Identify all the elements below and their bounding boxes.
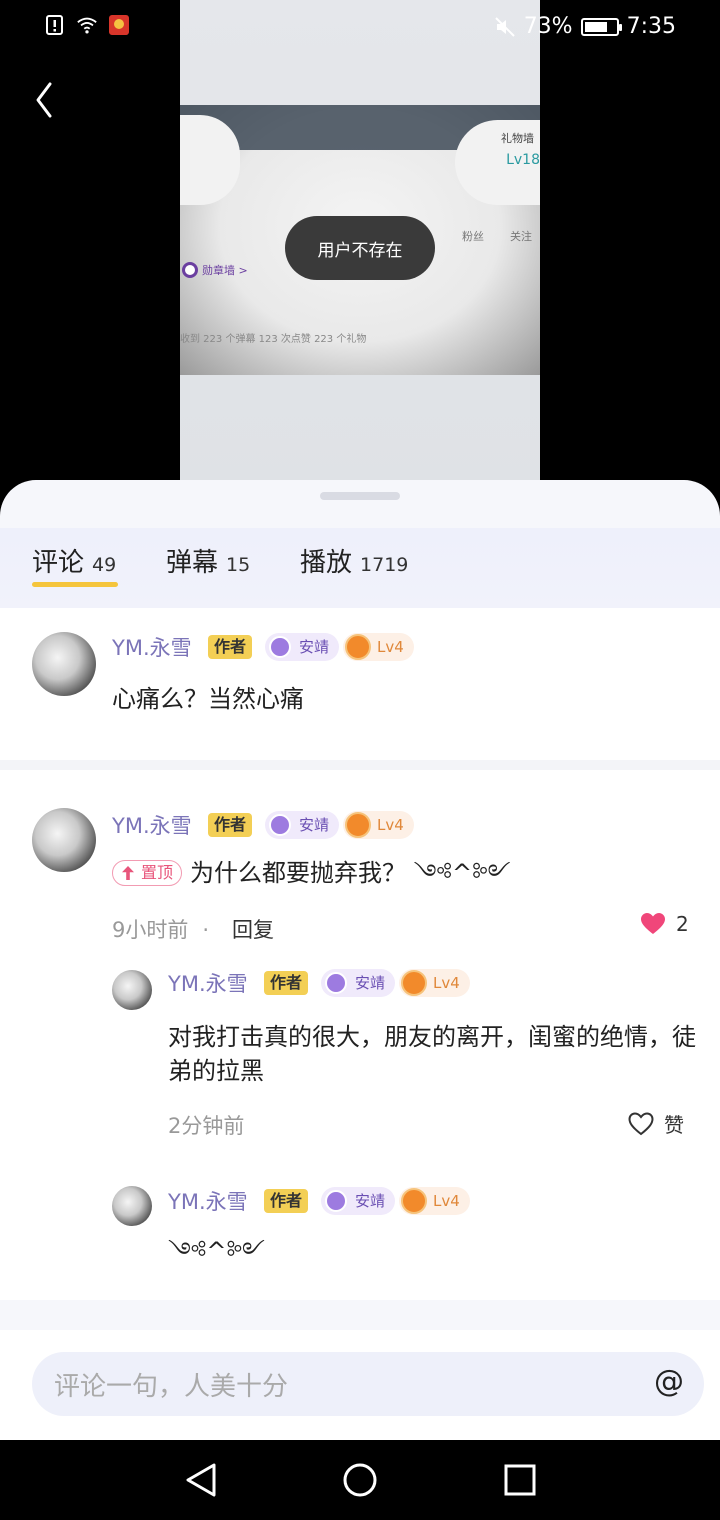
level-icon <box>345 634 371 660</box>
clock: 7:35 <box>626 14 676 39</box>
sim-alert-icon <box>46 15 63 35</box>
gem-icon <box>269 814 291 836</box>
username[interactable]: YM.永雪 <box>112 810 192 840</box>
gem-icon <box>325 1190 347 1212</box>
system-nav-bar <box>0 1440 720 1520</box>
reply-avatar[interactable] <box>112 970 152 1010</box>
level-icon <box>345 812 371 838</box>
reply-username[interactable]: YM.永雪 <box>168 1186 248 1216</box>
comment-text: 心痛么？当然心痛 <box>112 685 304 713</box>
comment-item-pinned[interactable]: YM.永雪 作者 安靖 Lv4 置顶 为什么都要抛弃我？ ༺^༻ 9小时前 · 回复… <box>0 770 720 1300</box>
status-bar: 73% 7:35 <box>0 0 720 56</box>
reply-button[interactable]: 回复 <box>232 914 274 944</box>
tab-comments[interactable]: 评论 49 <box>32 542 118 587</box>
mute-icon <box>494 16 515 37</box>
author-tag: 作者 <box>208 813 253 837</box>
video-player[interactable]: 礼物墙 Lv18 粉丝 关注 勋章墙 > 收到 223 个弹幕 123 次点赞 … <box>180 0 540 490</box>
heart-outline-icon <box>628 1111 654 1135</box>
drag-handle[interactable] <box>320 492 400 500</box>
gift-wall-label: 礼物墙 <box>501 132 534 145</box>
medal-wall: 勋章墙 > <box>182 262 248 278</box>
like-button[interactable]: 2 <box>640 912 689 936</box>
comment-placeholder: 评论一句，人美十分 <box>54 1372 289 1402</box>
reply-like-button[interactable]: 赞 <box>628 1109 684 1138</box>
fan-badge: 安靖 <box>265 633 340 661</box>
back-nav-icon[interactable] <box>184 1462 218 1498</box>
author-tag: 作者 <box>208 635 253 659</box>
author-tag: 作者 <box>264 1189 309 1213</box>
reply-text: 对我打击真的很大，朋友的离开，闺蜜的绝情，徒弟的拉黑 <box>168 1023 696 1085</box>
fan-badge: 安靖 <box>265 811 340 839</box>
battery-icon <box>580 17 622 36</box>
username[interactable]: YM.永雪 <box>112 632 192 662</box>
active-tab-indicator <box>32 582 118 587</box>
reply-avatar[interactable] <box>112 1186 152 1226</box>
reply-text: ༺^༻ <box>168 1237 265 1265</box>
gem-icon <box>325 972 347 994</box>
home-nav-icon[interactable] <box>342 1462 378 1498</box>
level-badge: Lv4 <box>343 811 414 839</box>
pin-icon <box>122 866 134 880</box>
author-tag: 作者 <box>264 971 309 995</box>
comments-sheet: 评论 49 弹幕 15 播放 1719 YM.永雪 作者 安靖 Lv4 心痛么？… <box>0 480 720 1440</box>
comment-input-bar: 评论一句，人美十分 @ <box>0 1330 720 1440</box>
fan-badge: 安靖 <box>321 1187 396 1215</box>
fan-badge: 安靖 <box>321 969 396 997</box>
level-icon <box>401 970 427 996</box>
tab-bar: 评论 49 弹幕 15 播放 1719 <box>0 528 720 608</box>
heart-filled-icon <box>641 913 665 934</box>
comment-input[interactable]: 评论一句，人美十分 @ <box>32 1352 704 1416</box>
divider <box>0 760 720 770</box>
tab-danmaku[interactable]: 弹幕 15 <box>166 542 250 579</box>
video-level: Lv18 <box>506 152 540 168</box>
level-icon <box>401 1188 427 1214</box>
avatar[interactable] <box>32 632 96 696</box>
recents-nav-icon[interactable] <box>504 1464 536 1496</box>
comment-item[interactable]: YM.永雪 作者 安靖 Lv4 心痛么？当然心痛 <box>0 608 720 760</box>
back-chevron-icon[interactable] <box>30 80 60 120</box>
avatar[interactable] <box>32 808 96 872</box>
battery-percent: 73% <box>523 14 573 39</box>
level-badge: Lv4 <box>399 969 470 997</box>
level-badge: Lv4 <box>343 633 414 661</box>
comment-time: 9小时前 · <box>112 918 210 942</box>
reply-username[interactable]: YM.永雪 <box>168 968 248 998</box>
medal-icon <box>182 262 198 278</box>
toast-message: 用户不存在 <box>285 216 435 280</box>
video-stats: 收到 223 个弹幕 123 次点赞 223 个礼物 <box>180 334 367 345</box>
follow-label: 关注 <box>510 230 532 243</box>
wifi-icon <box>77 17 97 34</box>
gem-icon <box>269 636 291 658</box>
comment-text: 置顶 为什么都要抛弃我？ ༺^༻ <box>112 856 511 890</box>
pinned-tag: 置顶 <box>112 860 183 886</box>
mention-button[interactable]: @ <box>654 1364 684 1399</box>
level-badge: Lv4 <box>399 1187 470 1215</box>
fans-label: 粉丝 <box>462 230 484 243</box>
like-count: 2 <box>676 912 689 936</box>
app-notification-icon <box>109 15 129 35</box>
tab-plays[interactable]: 播放 1719 <box>300 542 408 579</box>
reply-time: 2分钟前 <box>168 1114 245 1138</box>
